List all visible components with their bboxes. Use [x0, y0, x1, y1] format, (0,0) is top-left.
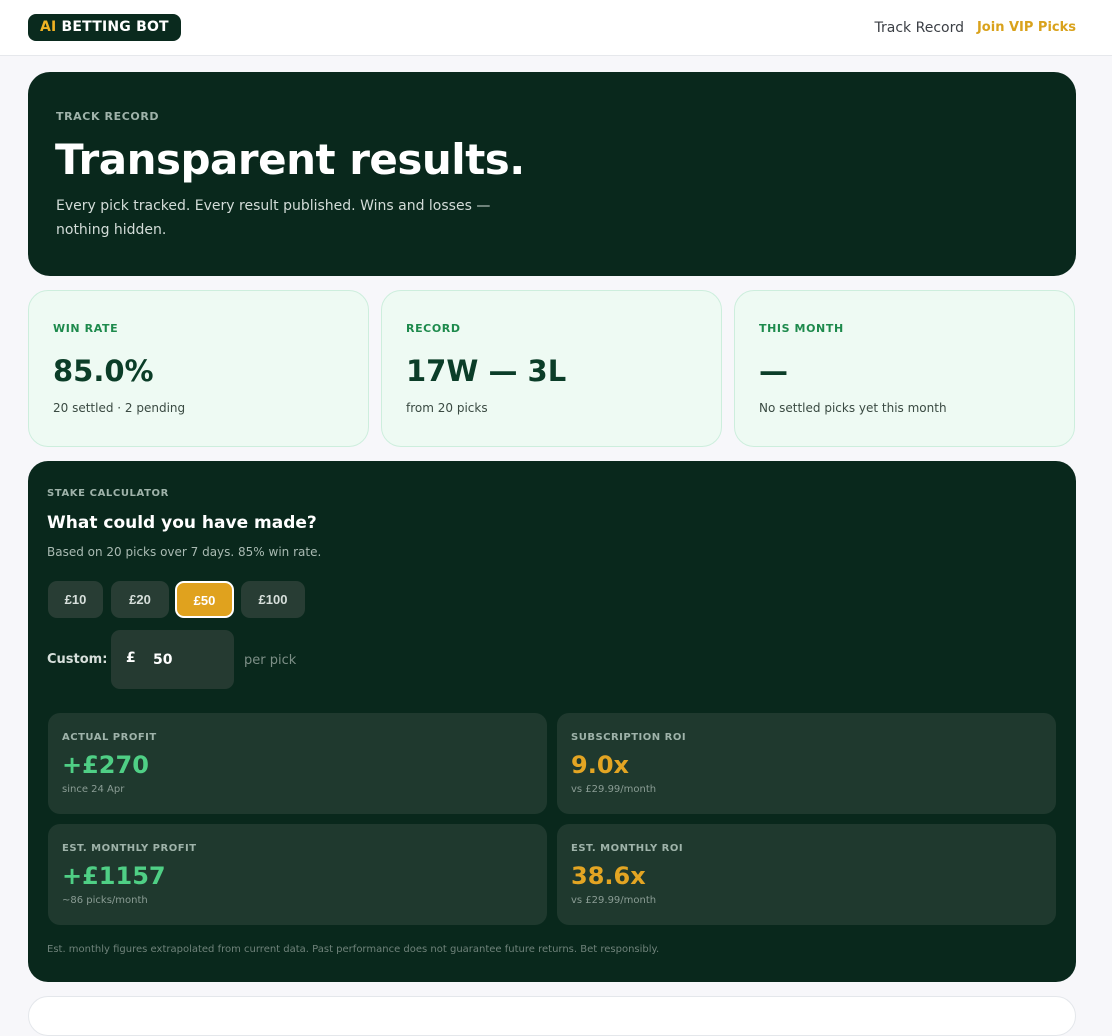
stat-label: WIN RATE [53, 322, 119, 335]
calculator-subtitle: Based on 20 picks over 7 days. 85% win r… [47, 545, 322, 559]
stat-card-record: RECORD 17W — 3L from 20 picks [381, 290, 722, 447]
logo-ai-text: AI [40, 19, 57, 35]
result-card-subscription-roi: SUBSCRIPTION ROI 9.0x vs £29.99/month [557, 713, 1056, 814]
result-value: +£270 [62, 751, 149, 779]
result-label: ACTUAL PROFIT [62, 732, 157, 743]
per-pick-label: per pick [244, 653, 297, 668]
hero-banner: TRACK RECORD Transparent results. Every … [28, 72, 1076, 276]
stake-button-50-selected[interactable]: £50 [175, 581, 234, 618]
result-card-est-monthly-profit: EST. MONTHLY PROFIT +£1157 ~86 picks/mon… [48, 824, 547, 925]
hero-eyebrow: TRACK RECORD [56, 110, 160, 123]
nav-join-vip-link[interactable]: Join VIP Picks [977, 18, 1076, 38]
result-label: EST. MONTHLY PROFIT [62, 843, 197, 854]
currency-symbol: £ [126, 650, 136, 666]
stake-button-20[interactable]: £20 [111, 581, 169, 618]
result-label: SUBSCRIPTION ROI [571, 732, 687, 743]
hero-subtitle: Every pick tracked. Every result publish… [56, 198, 491, 238]
result-value: 38.6x [571, 862, 646, 890]
calculator-eyebrow: STAKE CALCULATOR [47, 488, 169, 499]
stat-subtext: No settled picks yet this month [759, 401, 947, 415]
stake-button-100[interactable]: £100 [241, 581, 305, 618]
top-nav-bar: AI BETTING BOT Track Record Join VIP Pic… [0, 0, 1112, 56]
next-section-card [28, 996, 1076, 1036]
stat-card-win-rate: WIN RATE 85.0% 20 settled · 2 pending [28, 290, 369, 447]
result-subtext: since 24 Apr [62, 784, 125, 795]
stat-value: 17W — 3L [406, 354, 567, 388]
result-subtext: ~86 picks/month [62, 895, 148, 906]
stat-value: — [759, 354, 788, 388]
custom-stake-field[interactable]: £ [111, 630, 234, 689]
result-value: 9.0x [571, 751, 629, 779]
stat-label: THIS MONTH [759, 322, 844, 335]
disclaimer: Est. monthly figures extrapolated from c… [47, 944, 660, 955]
stat-label: RECORD [406, 322, 461, 335]
page-title: Transparent results. [55, 135, 525, 184]
result-value: +£1157 [62, 862, 166, 890]
custom-stake-label: Custom: [47, 652, 108, 667]
result-card-est-monthly-roi: EST. MONTHLY ROI 38.6x vs £29.99/month [557, 824, 1056, 925]
stat-subtext: 20 settled · 2 pending [53, 401, 186, 415]
stake-calculator: STAKE CALCULATOR What could you have mad… [28, 461, 1076, 982]
calculator-title: What could you have made? [47, 513, 317, 533]
result-subtext: vs £29.99/month [571, 784, 657, 795]
stat-subtext: from 20 picks [406, 401, 488, 415]
result-subtext: vs £29.99/month [571, 895, 657, 906]
result-label: EST. MONTHLY ROI [571, 843, 684, 854]
stat-card-this-month: THIS MONTH — No settled picks yet this m… [734, 290, 1075, 447]
stake-button-10[interactable]: £10 [48, 581, 103, 618]
stat-value: 85.0% [53, 354, 154, 388]
custom-stake-input[interactable] [153, 649, 223, 671]
nav-track-record-link[interactable]: Track Record [875, 18, 964, 38]
logo[interactable]: AI BETTING BOT [28, 14, 181, 41]
logo-text: BETTING BOT [56, 19, 169, 35]
result-card-actual-profit: ACTUAL PROFIT +£270 since 24 Apr [48, 713, 547, 814]
